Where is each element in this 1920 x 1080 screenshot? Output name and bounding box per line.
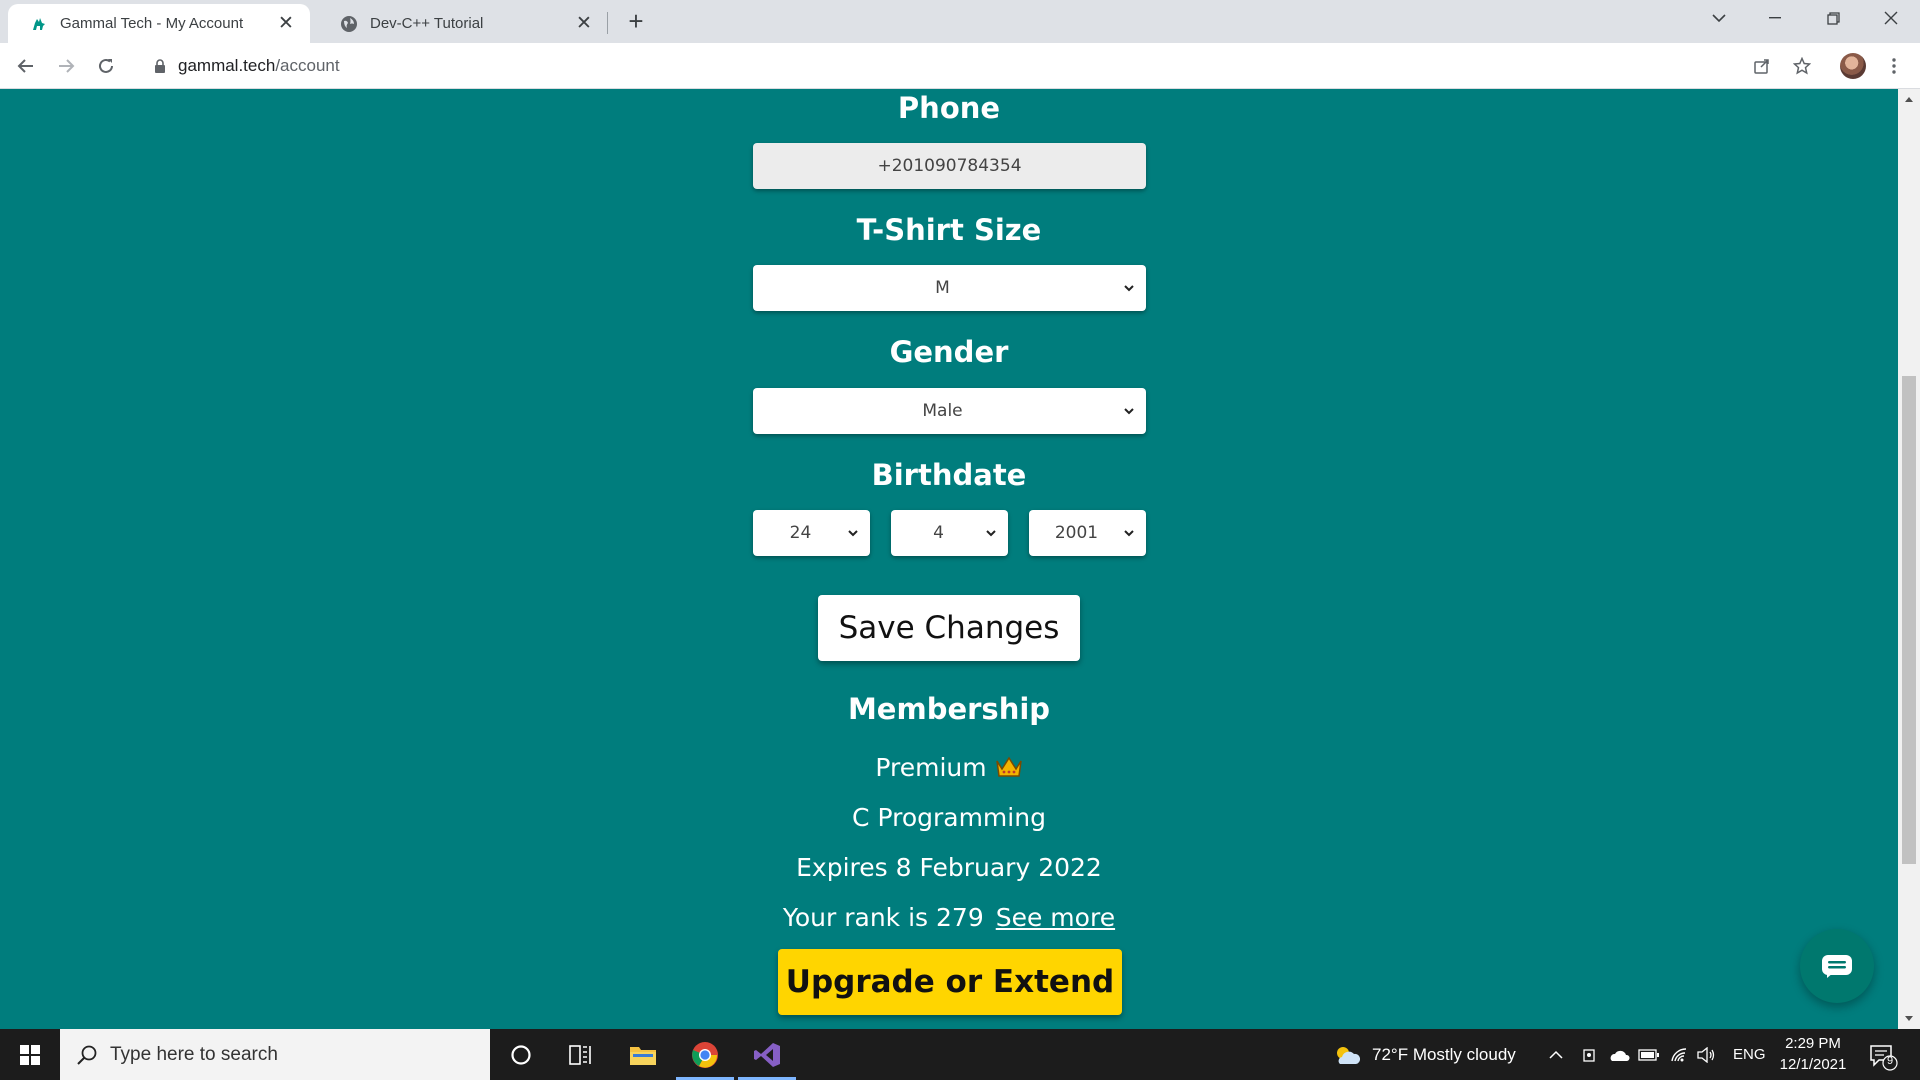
onedrive-icon[interactable]: [1608, 1029, 1630, 1080]
birthdate-label: Birthdate: [871, 458, 1027, 492]
reload-icon[interactable]: [90, 50, 122, 82]
see-more-link[interactable]: See more: [996, 903, 1115, 932]
tshirt-size-select[interactable]: M: [753, 265, 1146, 311]
close-window-icon[interactable]: [1868, 0, 1914, 36]
save-changes-button[interactable]: Save Changes: [818, 595, 1080, 661]
url-host: gammal.tech: [178, 56, 276, 75]
birth-year-value: 2001: [1054, 523, 1099, 543]
close-icon[interactable]: ✕: [276, 13, 296, 34]
tab-separator: [607, 12, 608, 34]
rank-line: Your rank is 279 See more: [0, 903, 1898, 932]
windows-icon[interactable]: [0, 1029, 60, 1080]
chevron-down-icon: [1124, 285, 1134, 292]
tab-gammal-tech[interactable]: Gammal Tech - My Account ✕: [8, 4, 310, 43]
close-icon[interactable]: ✕: [574, 13, 594, 34]
birth-day-select[interactable]: 24: [753, 510, 870, 556]
notification-count: 9: [1886, 1055, 1894, 1067]
language-indicator[interactable]: ENG: [1733, 1029, 1766, 1080]
chrome-icon[interactable]: [674, 1029, 736, 1080]
page-scrollbar[interactable]: [1898, 89, 1920, 1029]
profile-avatar[interactable]: [1840, 53, 1866, 79]
phone-label: Phone: [897, 91, 1001, 125]
battery-icon[interactable]: [1638, 1029, 1660, 1080]
account-page: Phone +201090784354 T-Shirt Size M Gende…: [0, 89, 1898, 1029]
gender-value: Male: [922, 401, 963, 421]
clock-time: 2:29 PM: [1785, 1035, 1841, 1052]
camel-favicon-icon: [30, 15, 48, 33]
tshirt-size-label: T-Shirt Size: [856, 213, 1042, 247]
lock-icon[interactable]: [152, 58, 168, 74]
cortana-icon[interactable]: [490, 1029, 552, 1080]
chevron-up-icon[interactable]: [1548, 1050, 1564, 1060]
weather-icon: [1337, 1046, 1361, 1064]
birth-year-select[interactable]: 2001: [1029, 510, 1146, 556]
show-hidden-icons[interactable]: [1548, 1029, 1564, 1080]
scroll-thumb[interactable]: [1902, 376, 1916, 864]
taskbar-clock[interactable]: 2:29 PM 12/1/2021: [1770, 1033, 1856, 1075]
birth-day-value: 24: [789, 523, 812, 543]
tab-title: Dev-C++ Tutorial: [370, 15, 484, 32]
wifi-icon[interactable]: [1670, 1029, 1688, 1080]
search-placeholder: Type here to search: [110, 1043, 278, 1065]
scroll-down-icon[interactable]: [1903, 1014, 1915, 1024]
url-text: gammal.tech/account: [178, 56, 340, 76]
menu-icon[interactable]: [1878, 50, 1910, 82]
membership-heading: Membership: [847, 692, 1051, 726]
chevron-down-icon: [1124, 408, 1134, 415]
visual-studio-icon[interactable]: [736, 1029, 798, 1080]
tshirt-size-value: M: [935, 278, 950, 298]
gender-label: Gender: [889, 335, 1009, 369]
meet-now-icon[interactable]: [1582, 1029, 1598, 1080]
task-view-icon[interactable]: [550, 1029, 612, 1080]
crown-icon: [995, 756, 1022, 777]
tab-bar: Gammal Tech - My Account ✕ Dev-C++ Tutor…: [0, 0, 1920, 43]
chevron-down-icon: [986, 530, 996, 537]
chat-icon: [1822, 955, 1852, 978]
gender-select[interactable]: Male: [753, 388, 1146, 434]
weather-text: 72°F Mostly cloudy: [1372, 1044, 1516, 1064]
birth-month-select[interactable]: 4: [891, 510, 1008, 556]
chat-button[interactable]: [1800, 929, 1874, 1003]
birth-month-value: 4: [933, 523, 944, 543]
address-bar[interactable]: gammal.tech/account: [140, 48, 1740, 84]
star-icon[interactable]: [1786, 50, 1818, 82]
phone-field: +201090784354: [753, 143, 1146, 189]
clock-date: 12/1/2021: [1779, 1056, 1847, 1073]
tab-title: Gammal Tech - My Account: [60, 15, 244, 32]
rank-text: Your rank is 279: [782, 903, 984, 932]
file-explorer-icon[interactable]: [612, 1029, 674, 1080]
scroll-up-icon[interactable]: [1903, 94, 1915, 104]
weather-widget[interactable]: 72°F Mostly cloudy: [1332, 1029, 1516, 1080]
membership-expiry: Expires 8 February 2022: [796, 853, 1102, 882]
back-icon[interactable]: [10, 50, 42, 82]
browser-toolbar: gammal.tech/account: [0, 43, 1920, 89]
phone-value: +201090784354: [877, 156, 1022, 176]
url-path: /account: [275, 56, 340, 75]
chevron-down-icon[interactable]: [1696, 0, 1742, 36]
globe-icon: [340, 15, 358, 33]
search-icon: [76, 1044, 98, 1066]
plan-text: Premium: [875, 753, 987, 782]
plus-icon[interactable]: +: [620, 6, 652, 38]
windows-taskbar: Type here to search 72°F Mostly cloudy E…: [0, 1029, 1920, 1080]
volume-icon[interactable]: [1696, 1029, 1716, 1080]
tab-dev-cpp-tutorial[interactable]: Dev-C++ Tutorial ✕: [318, 4, 608, 43]
chevron-down-icon: [1124, 530, 1134, 537]
forward-icon[interactable]: [50, 50, 82, 82]
minimize-icon[interactable]: [1752, 0, 1798, 36]
chevron-down-icon: [848, 530, 858, 537]
upgrade-or-extend-button[interactable]: Upgrade or Extend: [778, 949, 1122, 1015]
membership-course: C Programming: [852, 803, 1046, 832]
membership-plan: Premium: [0, 753, 1898, 782]
restore-icon[interactable]: [1810, 0, 1856, 36]
share-icon[interactable]: [1746, 50, 1778, 82]
taskbar-search-input[interactable]: Type here to search: [60, 1029, 490, 1080]
notification-icon[interactable]: 9: [1868, 1041, 1898, 1071]
